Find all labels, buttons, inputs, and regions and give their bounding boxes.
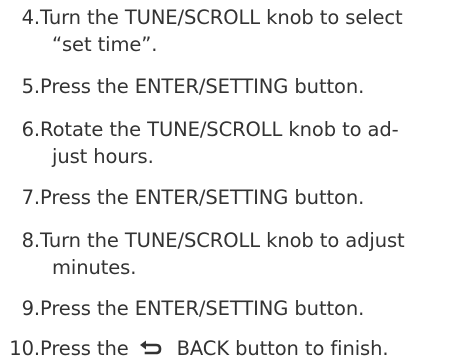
step-number: 6.	[21, 118, 41, 141]
step-text-line: Press the BACK button to finish.	[40, 335, 460, 362]
step-text: Press the ENTER/SETTING button.	[40, 73, 460, 100]
step-number: 9.	[21, 297, 41, 320]
step-text: Turn the TUNE/SCROLL knob to adjust minu…	[40, 227, 460, 281]
step-number: 7.	[21, 186, 41, 209]
step-text: Rotate the TUNE/SCROLL knob to ad- just …	[40, 116, 460, 170]
step-text-line: Press the ENTER/SETTING button.	[40, 186, 365, 209]
step-text: Press the BACK button to finish.	[40, 335, 460, 362]
step-text-line: minutes.	[52, 256, 137, 279]
step-text-line: Turn the TUNE/SCROLL knob to adjust	[40, 229, 405, 252]
back-arrow-icon	[139, 337, 163, 355]
step-text-line: Turn the TUNE/SCROLL knob to select	[40, 6, 403, 29]
step-text: Turn the TUNE/SCROLL knob to select “set…	[40, 4, 460, 58]
step-text-after-icon: BACK button to finish.	[176, 337, 389, 360]
step-text: Press the ENTER/SETTING button.	[40, 295, 460, 322]
step-text-line: “set time”.	[52, 33, 158, 56]
step-text-before-icon: Press the	[40, 337, 129, 360]
step-text-line: Press the ENTER/SETTING button.	[40, 75, 365, 98]
step-number: 5.	[21, 75, 41, 98]
step-number: 4.	[21, 6, 41, 29]
step-number: 8.	[21, 229, 41, 252]
step-text-line: Rotate the TUNE/SCROLL knob to ad-	[40, 118, 399, 141]
step-number: 10.	[9, 337, 40, 360]
step-text-line: Press the ENTER/SETTING button.	[40, 297, 365, 320]
step-text-line: just hours.	[52, 145, 154, 168]
step-text: Press the ENTER/SETTING button.	[40, 184, 460, 211]
